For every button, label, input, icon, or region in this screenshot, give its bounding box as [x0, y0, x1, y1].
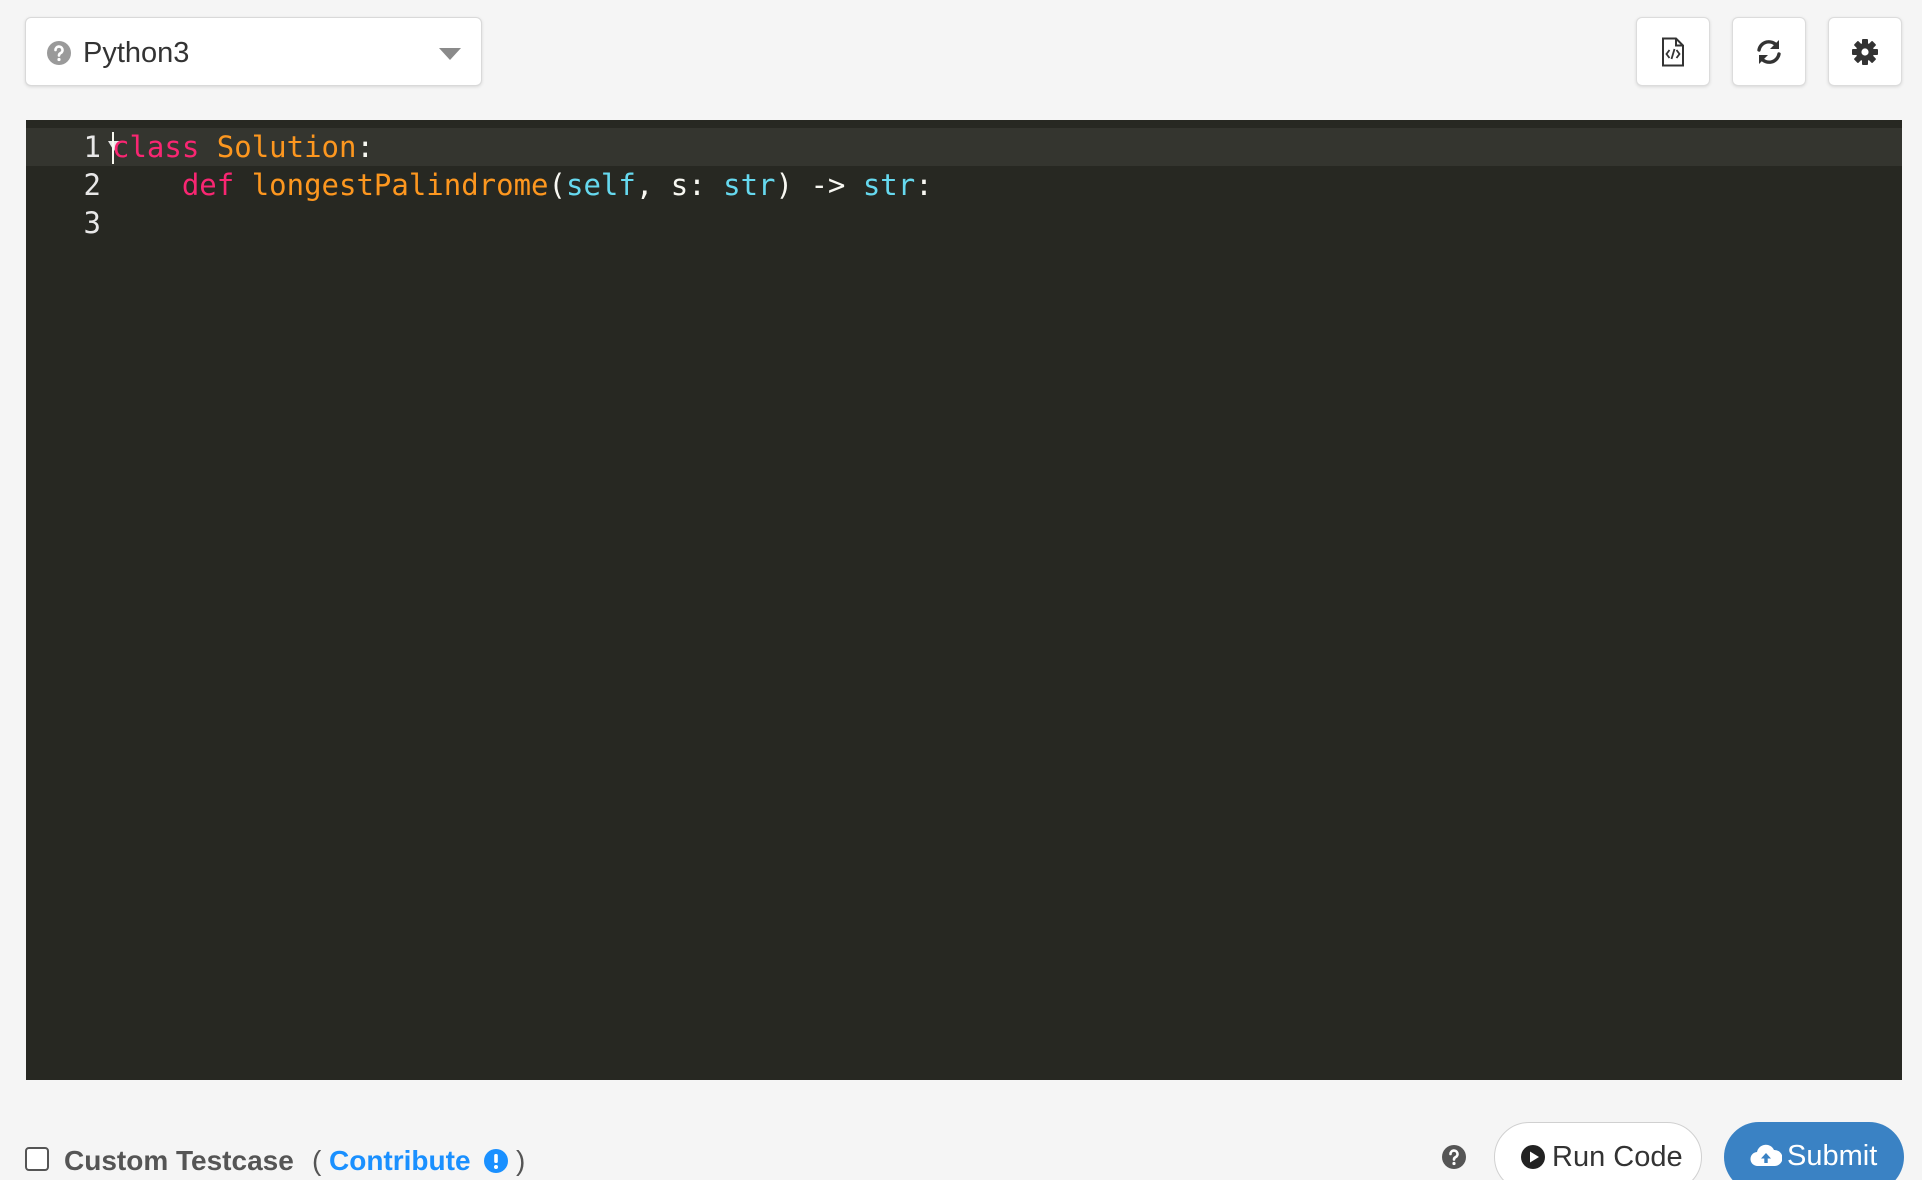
code-line[interactable]: class Solution:: [112, 128, 374, 166]
code-token-plain: , s:: [635, 168, 724, 202]
code-file-button[interactable]: [1636, 17, 1710, 86]
line-number: 2: [83, 168, 101, 202]
custom-testcase-checkbox[interactable]: [25, 1147, 49, 1171]
code-token-plain: ) ->: [775, 168, 863, 202]
text-cursor: [112, 132, 114, 164]
settings-button[interactable]: [1828, 17, 1902, 86]
code-token-type: str: [862, 168, 916, 202]
contribute-link[interactable]: Contribute: [329, 1144, 471, 1178]
gear-icon: [1852, 38, 1878, 65]
custom-testcase-label[interactable]: Custom Testcase: [64, 1144, 294, 1178]
paren-open: (: [312, 1145, 322, 1176]
code-editor[interactable]: 1 2 3 class Solution: def longestPalindr…: [26, 120, 1902, 1080]
exclamation-circle-icon[interactable]: [484, 1149, 508, 1173]
code-token-type: str: [723, 168, 776, 202]
help-circle-icon[interactable]: [1441, 1144, 1467, 1170]
code-token-fn: longestPalindrome: [251, 168, 549, 202]
play-circle-icon: [1521, 1145, 1545, 1169]
code-token-plain: (: [548, 168, 566, 202]
submit-button[interactable]: Submit: [1724, 1122, 1904, 1180]
code-file-icon: [1662, 37, 1684, 66]
run-code-button[interactable]: Run Code: [1494, 1122, 1702, 1180]
language-select-value: Python3: [83, 37, 190, 69]
code-line[interactable]: def longestPalindrome(self, s: str) -> s…: [112, 166, 933, 204]
line-number: 1: [83, 130, 101, 164]
language-select[interactable]: Python3: [25, 17, 482, 86]
reset-code-button[interactable]: [1732, 17, 1806, 86]
code-editor-panel: Python3 1 2 3 class Solution: def longes…: [0, 0, 1922, 1180]
refresh-icon: [1757, 39, 1781, 64]
code-token-kw: def: [181, 168, 235, 202]
code-token-plain: :: [915, 168, 933, 202]
submit-label: Submit: [1787, 1140, 1878, 1172]
code-token-cls: Solution: [216, 130, 357, 164]
caret-down-icon: [439, 48, 461, 60]
run-code-label: Run Code: [1552, 1141, 1683, 1173]
code-token-plain: :: [356, 130, 374, 164]
cloud-upload-icon: [1750, 1144, 1782, 1167]
paren-close: ): [516, 1145, 526, 1176]
code-token-self: self: [565, 168, 636, 202]
code-token-kw: class: [112, 130, 200, 164]
line-number: 3: [83, 206, 101, 240]
help-circle-icon: [47, 41, 71, 65]
